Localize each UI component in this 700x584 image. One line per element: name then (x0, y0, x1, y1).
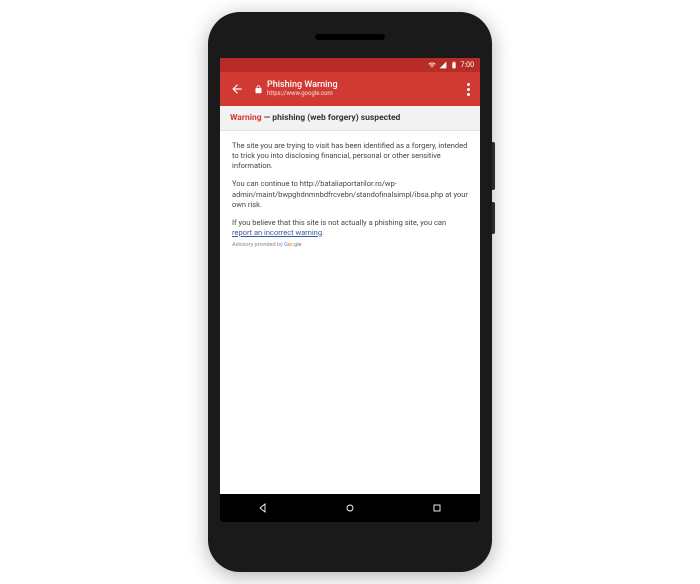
advisory-prefix: Advisory provided by (232, 242, 284, 248)
report-suffix: . (322, 228, 324, 237)
back-arrow-icon[interactable] (230, 82, 244, 96)
warning-label: Warning (230, 113, 262, 123)
nav-bar (220, 494, 480, 522)
overflow-menu-icon[interactable] (467, 83, 470, 96)
paragraph-report: If you believe that this site is not act… (232, 218, 468, 238)
toolbar-title-block: Phishing Warning https://www.google.com (267, 81, 467, 97)
speaker-grille (315, 34, 385, 40)
wifi-icon (428, 61, 436, 69)
power-button (492, 202, 495, 234)
paragraph-continue: You can continue to http://bataliaportar… (232, 179, 468, 209)
nav-recent-icon[interactable] (431, 502, 443, 514)
nav-back-icon[interactable] (257, 502, 269, 514)
signal-icon (439, 61, 447, 69)
paragraph-forgery: The site you are trying to visit has bee… (232, 141, 468, 171)
device-frame: 7:00 Phishing Warning https://www.google… (208, 12, 492, 572)
content-area: The site you are trying to visit has bee… (220, 131, 480, 494)
advisory-attribution: Advisory provided by Google (232, 242, 468, 249)
status-time: 7:00 (461, 61, 475, 69)
nav-home-icon[interactable] (344, 502, 356, 514)
warning-banner: Warning — phishing (web forgery) suspect… (220, 106, 480, 131)
google-logo: Google (284, 242, 301, 248)
report-link[interactable]: report an incorrect warning (232, 228, 322, 237)
app-toolbar: Phishing Warning https://www.google.com (220, 72, 480, 106)
warning-text: — phishing (web forgery) suspected (262, 113, 401, 123)
page-url: https://www.google.com (267, 91, 467, 98)
battery-icon (450, 61, 458, 69)
status-bar: 7:00 (220, 58, 480, 72)
volume-button (492, 142, 495, 190)
screen: 7:00 Phishing Warning https://www.google… (220, 58, 480, 522)
report-prefix: If you believe that this site is not act… (232, 218, 446, 227)
lock-icon (254, 85, 263, 94)
